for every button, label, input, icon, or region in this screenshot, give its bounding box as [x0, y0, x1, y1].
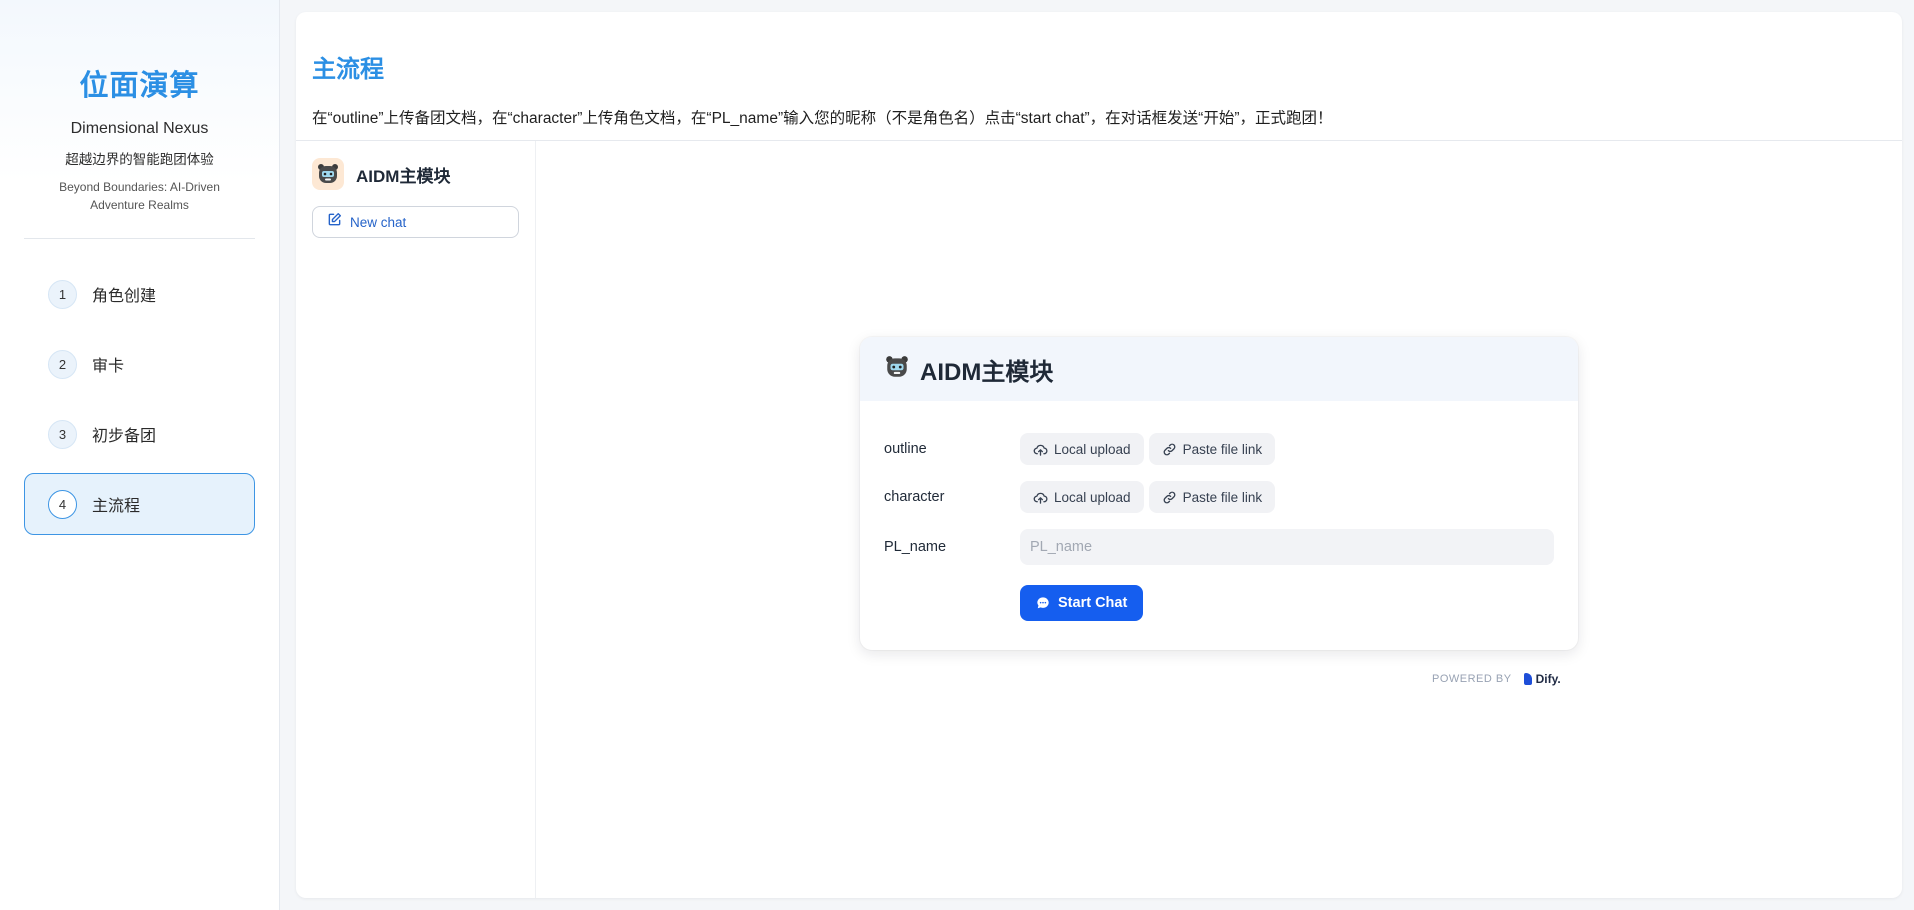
button-label: Local upload	[1054, 441, 1131, 457]
button-label: Local upload	[1054, 489, 1131, 505]
nav-item-label: 审卡	[92, 358, 125, 375]
dify-mark-icon	[1523, 673, 1532, 685]
brand-subtitle-en: Dimensional Nexus	[70, 120, 209, 137]
nav-item-card-review[interactable]: 2 审卡	[24, 333, 255, 395]
brand: 位面演算 Dimensional Nexus 超越边界的智能跑团体验 Beyon…	[0, 0, 279, 214]
field-label: character	[884, 489, 945, 505]
welcome-card: AIDM主模块 outline Local upload Paste file …	[860, 337, 1578, 650]
brand-subtitle-cn: 超越边界的智能跑团体验	[65, 152, 214, 167]
outline-field: outline Local upload Paste file link	[884, 433, 1554, 465]
outline-paste-link-button[interactable]: Paste file link	[1148, 433, 1276, 465]
powered-by: POWERED BY Dify.	[1432, 672, 1561, 686]
welcome-title: AIDM主模块	[920, 358, 1054, 386]
chat-main: AIDM主模块 outline Local upload Paste file …	[536, 141, 1902, 898]
chat-bubble-icon	[1037, 597, 1049, 609]
character-field: character Local upload Paste file link	[884, 481, 1554, 513]
field-label: PL_name	[884, 539, 947, 555]
pl-name-input[interactable]	[1020, 529, 1554, 565]
outline-local-upload-button[interactable]: Local upload	[1020, 433, 1144, 465]
dify-logo: Dify.	[1523, 672, 1561, 686]
step-number: 3	[48, 419, 77, 449]
chat-sidebar: AIDM主模块 New chat	[296, 141, 536, 898]
main-panel: 主流程 在“outline”上传备团文档，在“character”上传角色文档，…	[296, 12, 1902, 898]
chat-app-name: AIDM主模块	[356, 166, 451, 186]
field-label: outline	[884, 441, 927, 457]
edit-icon	[327, 212, 342, 232]
sidebar-divider	[24, 238, 255, 239]
character-local-upload-button[interactable]: Local upload	[1020, 481, 1144, 513]
chat-app-header: AIDM主模块	[312, 157, 519, 191]
nav-item-preparation[interactable]: 3 初步备团	[24, 403, 255, 465]
link-icon	[1163, 491, 1175, 503]
main-header: 主流程 在“outline”上传备团文档，在“character”上传角色文档，…	[296, 12, 1902, 141]
step-nav: 1 角色创建 2 审卡 3 初步备团 4 主流程	[0, 263, 279, 535]
start-chat-row: Start Chat	[884, 585, 1554, 621]
brand-tagline: Beyond Boundaries: AI-Driven Adventure R…	[59, 180, 220, 212]
robot-bear-icon	[884, 354, 910, 385]
step-number: 4	[48, 489, 77, 519]
sidebar: 位面演算 Dimensional Nexus 超越边界的智能跑团体验 Beyon…	[0, 0, 280, 910]
new-chat-button[interactable]: New chat	[312, 206, 519, 238]
character-paste-link-button[interactable]: Paste file link	[1148, 481, 1276, 513]
page-description: 在“outline”上传备团文档，在“character”上传角色文档，在“PL…	[312, 110, 1333, 127]
nav-item-label: 初步备团	[92, 428, 157, 445]
brand-title: 位面演算	[79, 70, 200, 102]
powered-by-label: POWERED BY	[1432, 673, 1512, 685]
nav-item-label: 主流程	[92, 498, 141, 515]
nav-item-main-flow[interactable]: 4 主流程	[24, 473, 255, 535]
chat-embed: AIDM主模块 New chat AIDM主模块 outline Local u…	[296, 141, 1902, 898]
robot-bear-icon	[312, 158, 344, 190]
step-number: 2	[48, 349, 77, 379]
link-icon	[1163, 443, 1175, 455]
button-label: Paste file link	[1182, 441, 1263, 457]
welcome-header: AIDM主模块	[860, 337, 1578, 401]
app-root: 位面演算 Dimensional Nexus 超越边界的智能跑团体验 Beyon…	[0, 0, 1914, 910]
page-title: 主流程	[312, 56, 384, 83]
cloud-upload-icon	[1033, 444, 1048, 456]
input-form: outline Local upload Paste file link cha…	[860, 401, 1578, 621]
button-label: Paste file link	[1182, 489, 1263, 505]
start-chat-button[interactable]: Start Chat	[1020, 585, 1144, 621]
cloud-upload-icon	[1033, 492, 1048, 504]
pl-name-field: PL_name	[884, 529, 1554, 565]
dify-wordmark: Dify.	[1535, 672, 1561, 686]
step-number: 1	[48, 279, 77, 309]
nav-item-character-creation[interactable]: 1 角色创建	[24, 263, 255, 325]
start-chat-label: Start Chat	[1058, 595, 1128, 611]
new-chat-label: New chat	[350, 214, 407, 230]
nav-item-label: 角色创建	[92, 288, 157, 305]
